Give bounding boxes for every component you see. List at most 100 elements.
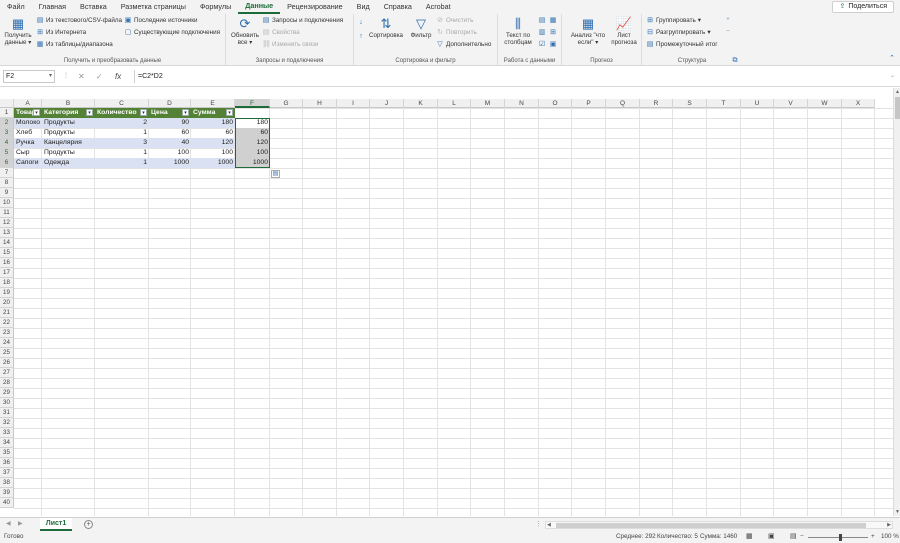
menu-tab[interactable]: Вид: [350, 0, 377, 14]
row-header[interactable]: 39: [0, 488, 14, 498]
queries-connections-button[interactable]: ▤ Запросы и подключения: [262, 16, 343, 25]
worksheet-grid[interactable]: ABCDEFGHIJKLMNOPQRSTUVWX 1 2 3 4 5 6 7 8 9 10 11 12…: [0, 99, 893, 516]
column-header[interactable]: H: [303, 99, 337, 108]
column-header[interactable]: P: [572, 99, 606, 108]
horizontal-scroll-thumb[interactable]: [556, 523, 866, 528]
column-header[interactable]: Q: [606, 99, 640, 108]
row-header[interactable]: 31: [0, 408, 14, 418]
row-header[interactable]: 27: [0, 368, 14, 378]
outline-dialog-launcher[interactable]: ⧉: [731, 56, 739, 65]
remove-duplicates-button[interactable]: ▥: [538, 28, 546, 37]
page-break-icon[interactable]: ▤: [790, 531, 797, 543]
row-header[interactable]: 12: [0, 218, 14, 228]
column-header[interactable]: X: [842, 99, 875, 108]
row-header[interactable]: 17: [0, 268, 14, 278]
row-header[interactable]: 9: [0, 188, 14, 198]
filter-dropdown-button[interactable]: ▾: [140, 109, 147, 116]
filter-dropdown-button[interactable]: ▾: [226, 109, 233, 116]
ungroup-button[interactable]: ⊟ Разгруппировать ▾: [646, 28, 710, 37]
share-button[interactable]: ⇪ Поделиться: [832, 1, 894, 13]
advanced-filter-button[interactable]: ▽ Дополнительно: [436, 40, 491, 49]
add-sheet-button[interactable]: +: [84, 520, 93, 529]
table-cell[interactable]: Продукты: [42, 118, 95, 128]
column-header[interactable]: E: [191, 99, 235, 108]
zoom-slider[interactable]: [808, 537, 868, 538]
name-box[interactable]: F2 ▾: [3, 70, 55, 83]
split-handle-icon[interactable]: ⋮: [535, 520, 542, 528]
menu-tab[interactable]: Данные: [238, 0, 281, 14]
table-cell[interactable]: Одежда: [42, 158, 95, 168]
column-header[interactable]: N: [505, 99, 539, 108]
table-cell[interactable]: Сыр: [14, 148, 42, 158]
row-header[interactable]: 35: [0, 448, 14, 458]
row-header[interactable]: 26: [0, 358, 14, 368]
row-header[interactable]: 19: [0, 288, 14, 298]
table-cell[interactable]: 3: [95, 138, 149, 148]
zoom-level[interactable]: 100 %: [881, 531, 899, 543]
filter-dropdown-button[interactable]: ▾: [86, 109, 93, 116]
recent-sources-button[interactable]: ▣ Последние источники: [124, 16, 198, 25]
row-header[interactable]: 11: [0, 208, 14, 218]
text-to-columns-button[interactable]: ⫼ Текст по столбцам: [501, 17, 535, 47]
row-header[interactable]: 10: [0, 198, 14, 208]
table-cell[interactable]: 1: [95, 128, 149, 138]
row-header[interactable]: 28: [0, 378, 14, 388]
row-header[interactable]: 16: [0, 258, 14, 268]
edit-links-button[interactable]: ⛓ Изменить связи: [262, 40, 318, 49]
row-header[interactable]: 36: [0, 458, 14, 468]
table-cell[interactable]: 1000: [191, 158, 235, 168]
row-header[interactable]: 33: [0, 428, 14, 438]
data-validation-button[interactable]: ☑: [538, 40, 546, 49]
zoom-in-icon[interactable]: +: [871, 531, 875, 543]
table-cell[interactable]: 60: [191, 128, 235, 138]
column-header[interactable]: D: [149, 99, 191, 108]
quick-analysis-icon[interactable]: ▤: [271, 170, 280, 178]
row-header[interactable]: 23: [0, 328, 14, 338]
row-header[interactable]: 1: [0, 108, 14, 118]
scroll-right-icon[interactable]: ▶: [887, 522, 891, 528]
row-header[interactable]: 6: [0, 158, 14, 168]
zoom-out-icon[interactable]: −: [800, 531, 804, 543]
table-cell[interactable]: 90: [149, 118, 191, 128]
table-cell[interactable]: 120: [191, 138, 235, 148]
sort-button[interactable]: ⇅ Сортировка: [368, 17, 404, 40]
row-header[interactable]: 37: [0, 468, 14, 478]
column-header[interactable]: V: [774, 99, 808, 108]
menu-tab[interactable]: Справка: [377, 0, 419, 14]
menu-tab[interactable]: Файл: [0, 0, 32, 14]
column-header[interactable]: A: [14, 99, 42, 108]
table-cell[interactable]: 100: [235, 148, 270, 158]
filter-button[interactable]: ▽ Фильтр: [407, 17, 435, 40]
filter-dropdown-button[interactable]: ▾: [182, 109, 189, 116]
column-header[interactable]: J: [370, 99, 404, 108]
table-cell[interactable]: 100: [149, 148, 191, 158]
table-cell[interactable]: Продукты: [42, 128, 95, 138]
cancel-formula-button[interactable]: ✕: [78, 70, 85, 83]
from-csv-button[interactable]: ▤ Из текстового/CSV-файла: [36, 16, 122, 25]
hide-detail-button[interactable]: ⁻: [724, 28, 732, 37]
sort-za-button[interactable]: ↑: [357, 32, 365, 41]
table-cell[interactable]: 1: [95, 158, 149, 168]
column-header[interactable]: W: [808, 99, 842, 108]
column-header[interactable]: K: [404, 99, 438, 108]
from-table-button[interactable]: ▦ Из таблицы/диапазона: [36, 40, 113, 49]
menu-tab[interactable]: Формулы: [193, 0, 238, 14]
vertical-scroll-thumb[interactable]: [895, 97, 900, 119]
table-cell[interactable]: 1000: [235, 158, 270, 168]
table-cell[interactable]: 1: [95, 148, 149, 158]
row-header[interactable]: 40: [0, 498, 14, 508]
group-button[interactable]: ⊞ Группировать ▾: [646, 16, 701, 25]
collapse-ribbon-button[interactable]: ⌃: [888, 54, 896, 63]
column-header[interactable]: O: [539, 99, 572, 108]
table-cell[interactable]: 1000: [149, 158, 191, 168]
table-cell[interactable]: 2: [95, 118, 149, 128]
column-header[interactable]: G: [270, 99, 303, 108]
vertical-scrollbar[interactable]: ▲ ▼: [893, 88, 900, 516]
normal-view-icon[interactable]: ▦: [746, 531, 753, 543]
clear-filter-button[interactable]: ⊘ Очистить: [436, 16, 473, 25]
column-header[interactable]: U: [741, 99, 774, 108]
table-cell[interactable]: 180: [235, 118, 270, 128]
scroll-up-icon[interactable]: ▲: [894, 88, 900, 96]
table-cell[interactable]: 60: [149, 128, 191, 138]
prev-sheet-icon[interactable]: ◀: [6, 520, 11, 527]
